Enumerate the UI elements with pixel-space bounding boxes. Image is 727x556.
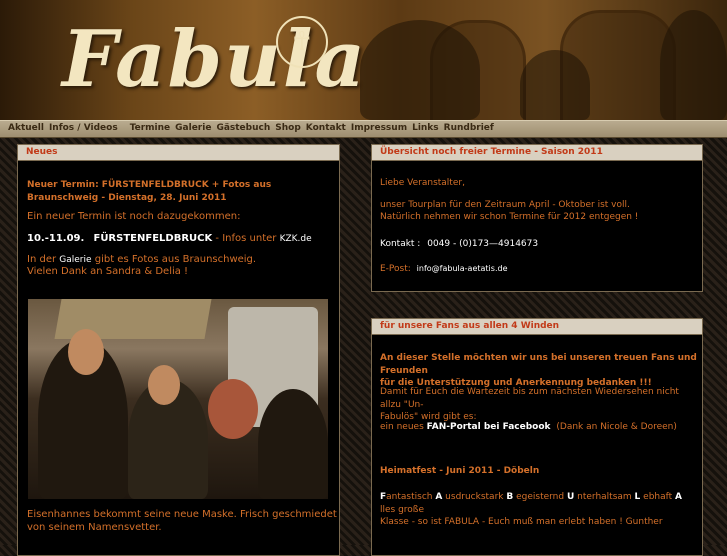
dates-panel-title: Übersicht noch freier Termine - Saison 2… <box>372 145 702 161</box>
email-line: E-Post: info@fabula-aetatis.de <box>380 264 508 274</box>
dates-line-1: unser Tourplan für den Zeitraum April - … <box>380 200 630 210</box>
contact-line: Kontakt : 0049 - (0)173—4914673 <box>380 239 539 249</box>
dates-line-2: Natürlich nehmen wir schon Termine für 2… <box>380 212 639 222</box>
nav-galerie[interactable]: Galerie <box>173 121 213 136</box>
email-link[interactable]: info@fabula-aetatis.de <box>417 264 508 273</box>
photo-caption: Eisenhannes bekommt seine neue Maske. Fr… <box>27 509 337 533</box>
event-info: - Infos unter <box>215 233 277 244</box>
news-intro: Ein neuer Termin ist noch dazugekommen: <box>27 211 241 222</box>
nav-shop[interactable]: Shop <box>273 121 303 136</box>
event-date: 10.-11.09. <box>27 233 85 244</box>
nav-links[interactable]: Links <box>410 121 441 136</box>
banner-musician <box>360 20 480 120</box>
emblem-icon: ☥ <box>276 16 328 68</box>
main-nav: Aktuell Infos / Videos Termine Galerie G… <box>0 120 727 138</box>
header-banner: Fabula ☥ <box>0 0 727 120</box>
news-panel-title: Neues <box>18 145 339 161</box>
nav-rundbrief[interactable]: Rundbrief <box>442 121 496 136</box>
nav-impressum[interactable]: Impressum <box>349 121 409 136</box>
news-panel: Neues Neuer Termin: FÜRSTENFELDBRUCK + F… <box>17 144 340 556</box>
fans-wait: Damit für Euch die Wartezeit bis zum näc… <box>380 387 679 422</box>
nav-kontakt[interactable]: Kontakt <box>304 121 348 136</box>
banner-musician <box>660 10 727 120</box>
news-photo[interactable] <box>28 299 328 499</box>
fan-portal-line: ein neues FAN-Portal bei Facebook (Dank … <box>380 422 677 432</box>
heimatfest-heading: Heimatfest - Juni 2011 - Döbeln <box>380 466 540 476</box>
fans-panel: für unsere Fans aus allen 4 Winden An di… <box>371 318 703 556</box>
gallery-note: In der Galerie gibt es Fotos aus Braunsc… <box>27 254 257 265</box>
event-link[interactable]: KZK.de <box>280 234 312 244</box>
thanks-note: Vielen Dank an Sandra & Delia ! <box>27 266 189 277</box>
nav-infos-videos[interactable]: Infos / Videos <box>47 121 120 136</box>
fans-panel-title: für unsere Fans aus allen 4 Winden <box>372 319 702 335</box>
nav-gaestebuch[interactable]: Gästebuch <box>214 121 272 136</box>
fans-thanks: An dieser Stelle möchten wir uns bei uns… <box>380 353 697 388</box>
gallery-link[interactable]: Galerie <box>59 255 91 265</box>
banner-musician <box>520 50 590 120</box>
dates-panel: Übersicht noch freier Termine - Saison 2… <box>371 144 703 292</box>
dates-greeting: Liebe Veranstalter, <box>380 178 465 188</box>
nav-aktuell[interactable]: Aktuell <box>6 121 46 136</box>
news-event: 10.-11.09. FÜRSTENFELDBRUCK - Infos unte… <box>27 233 312 246</box>
facebook-link[interactable]: FAN-Portal bei Facebook <box>427 422 551 432</box>
event-city: FÜRSTENFELDBRUCK <box>93 233 213 244</box>
contact-phone: 0049 - (0)173—4914673 <box>427 239 539 249</box>
news-headline[interactable]: Neuer Termin: FÜRSTENFELDBRUCK + Fotos a… <box>27 179 327 204</box>
acrostic: Fantastisch A usdruckstark B egeisternd … <box>380 492 682 527</box>
nav-termine[interactable]: Termine <box>128 121 172 136</box>
